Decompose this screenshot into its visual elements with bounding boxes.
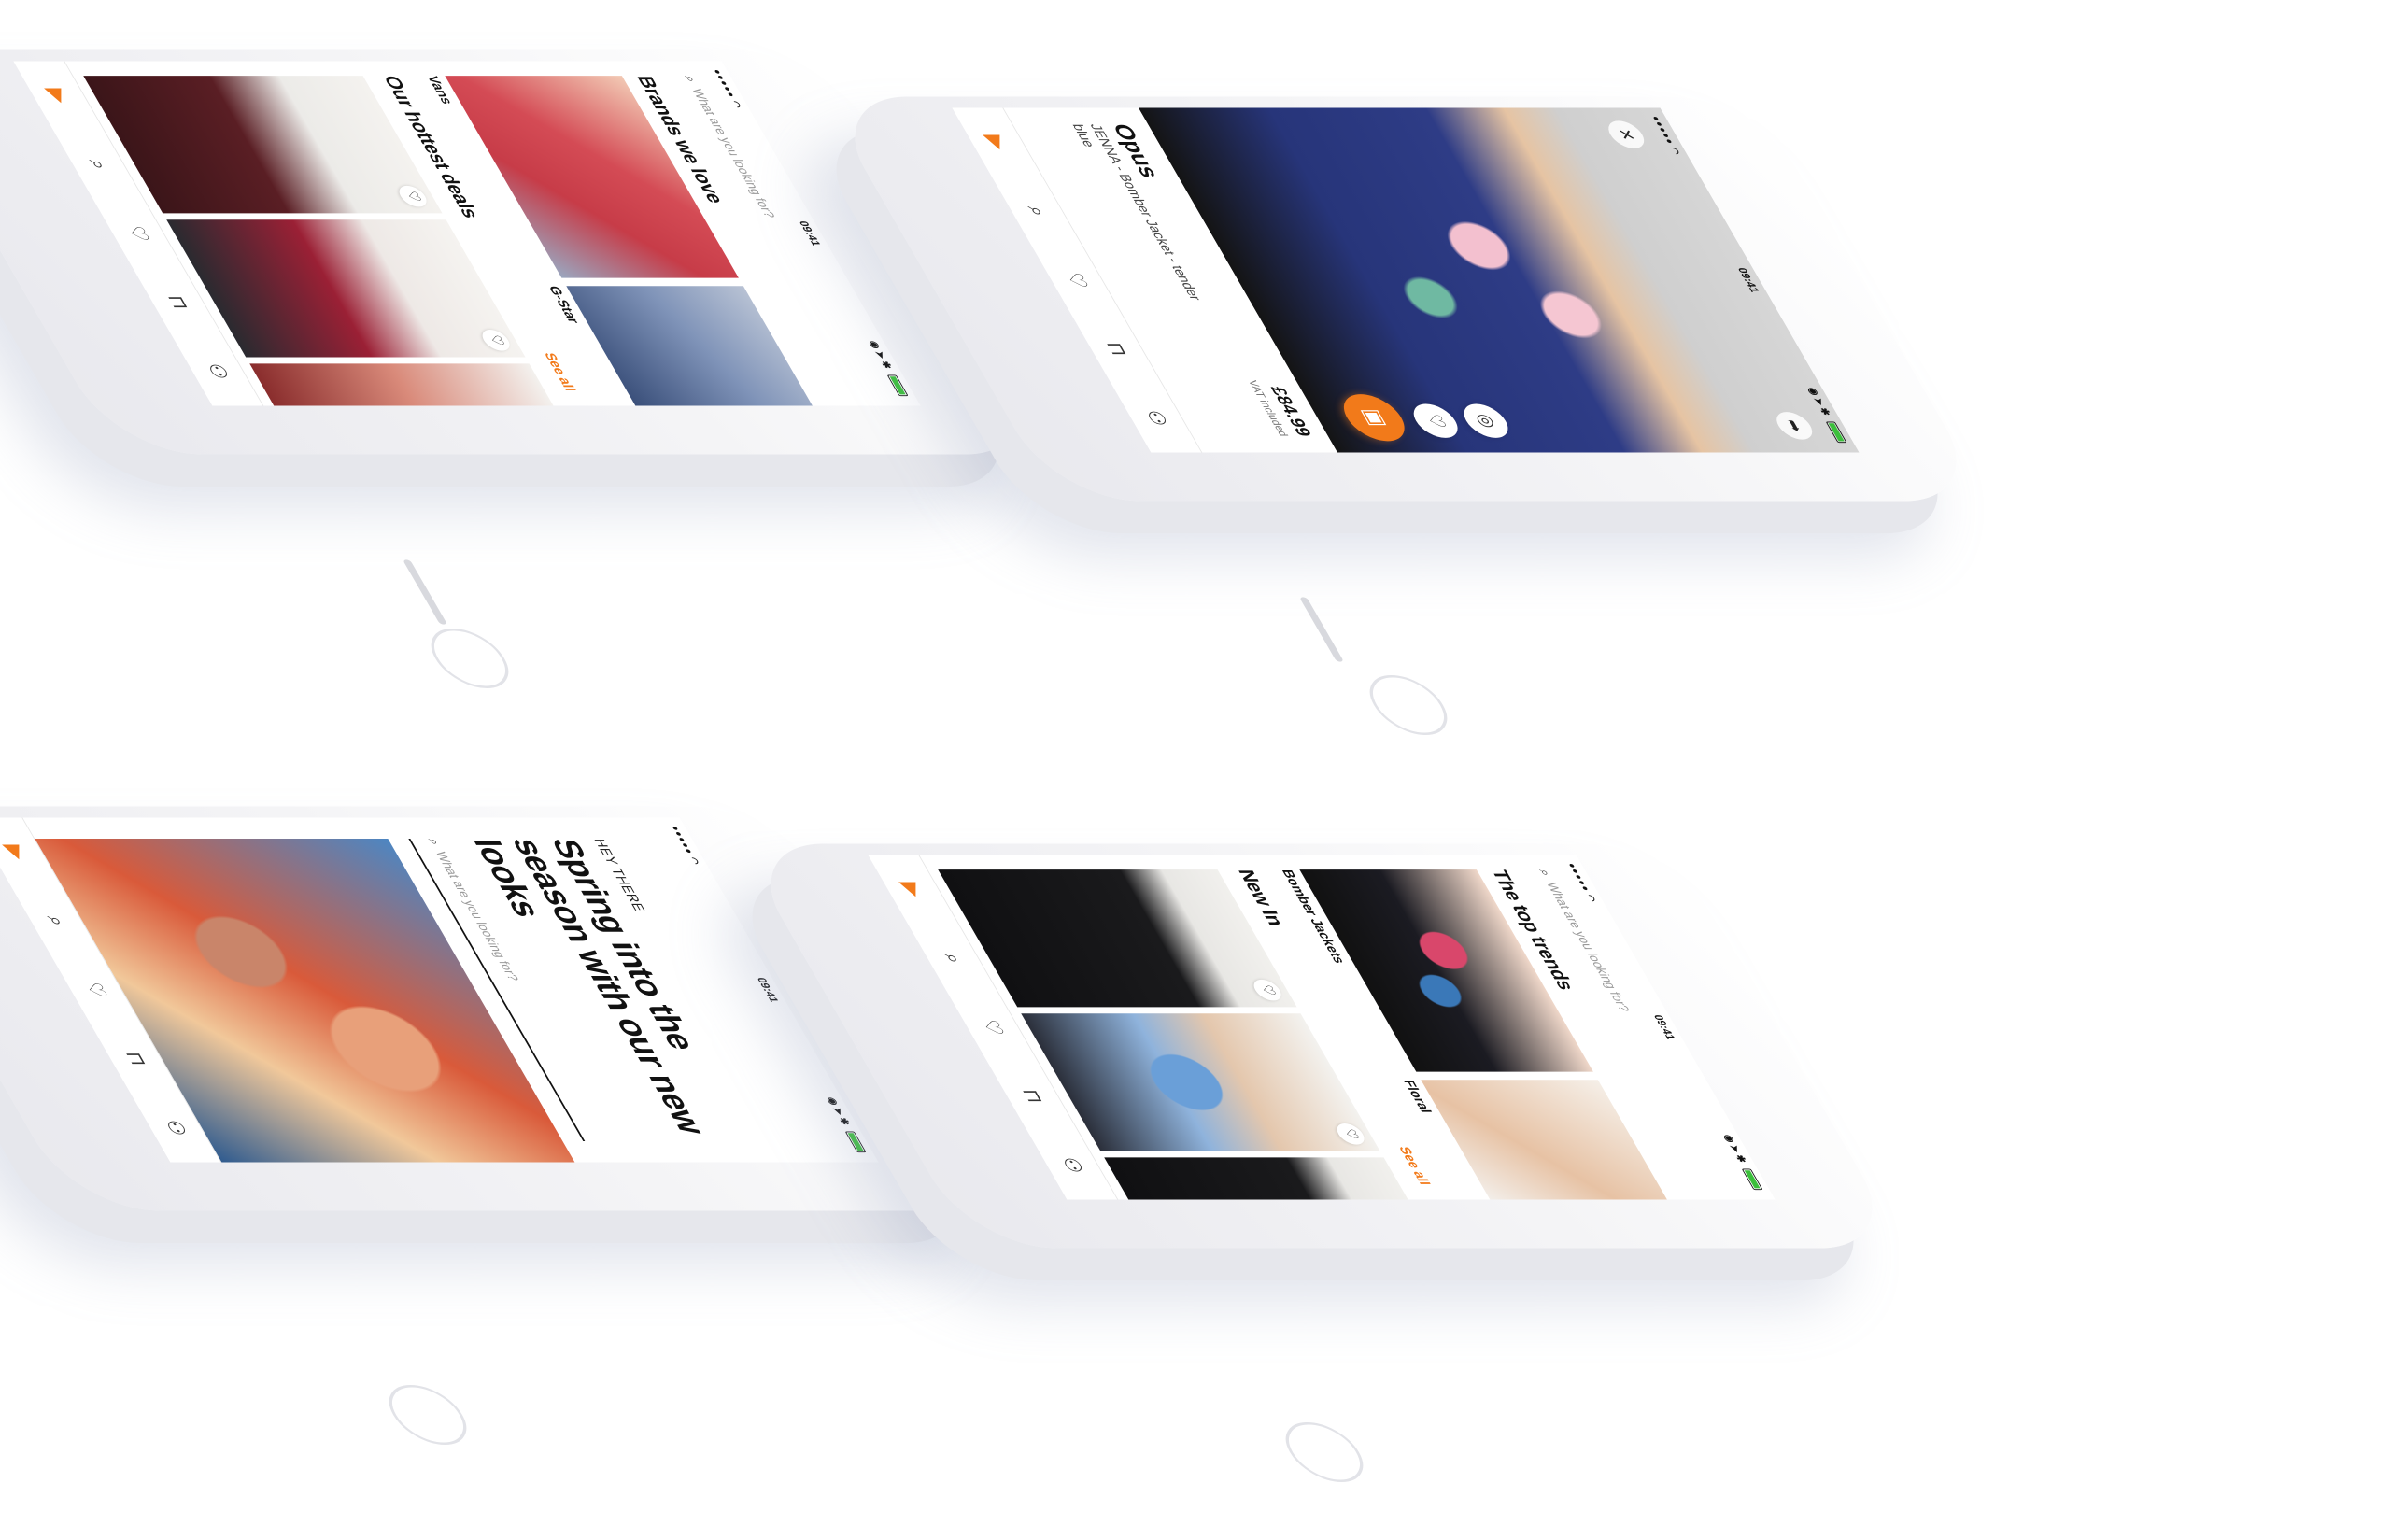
phone-speaker xyxy=(1299,597,1344,662)
new-in-card-image[interactable] xyxy=(1104,1157,1412,1200)
home-button[interactable] xyxy=(375,1384,480,1446)
deal-card-image[interactable] xyxy=(249,363,558,406)
home-button[interactable] xyxy=(1272,1421,1377,1483)
see-all-link[interactable]: See all xyxy=(541,353,579,391)
home-button[interactable] xyxy=(417,628,522,689)
showcase-stage: ●●●●● ◠ 09:41 ◉ ➤ ✱ ⌕What are you lookin… xyxy=(0,0,2391,1540)
search-icon: ⌕ xyxy=(1535,869,1555,876)
search-icon: ⌕ xyxy=(425,839,445,845)
trend-card-floral-image[interactable] xyxy=(1421,1080,1667,1200)
search-icon: ⌕ xyxy=(681,76,700,82)
phone-speaker xyxy=(403,559,447,625)
home-button[interactable] xyxy=(1356,674,1461,736)
brand-card-gstar-image[interactable] xyxy=(566,286,813,406)
see-all-link[interactable]: See all xyxy=(1395,1147,1434,1185)
